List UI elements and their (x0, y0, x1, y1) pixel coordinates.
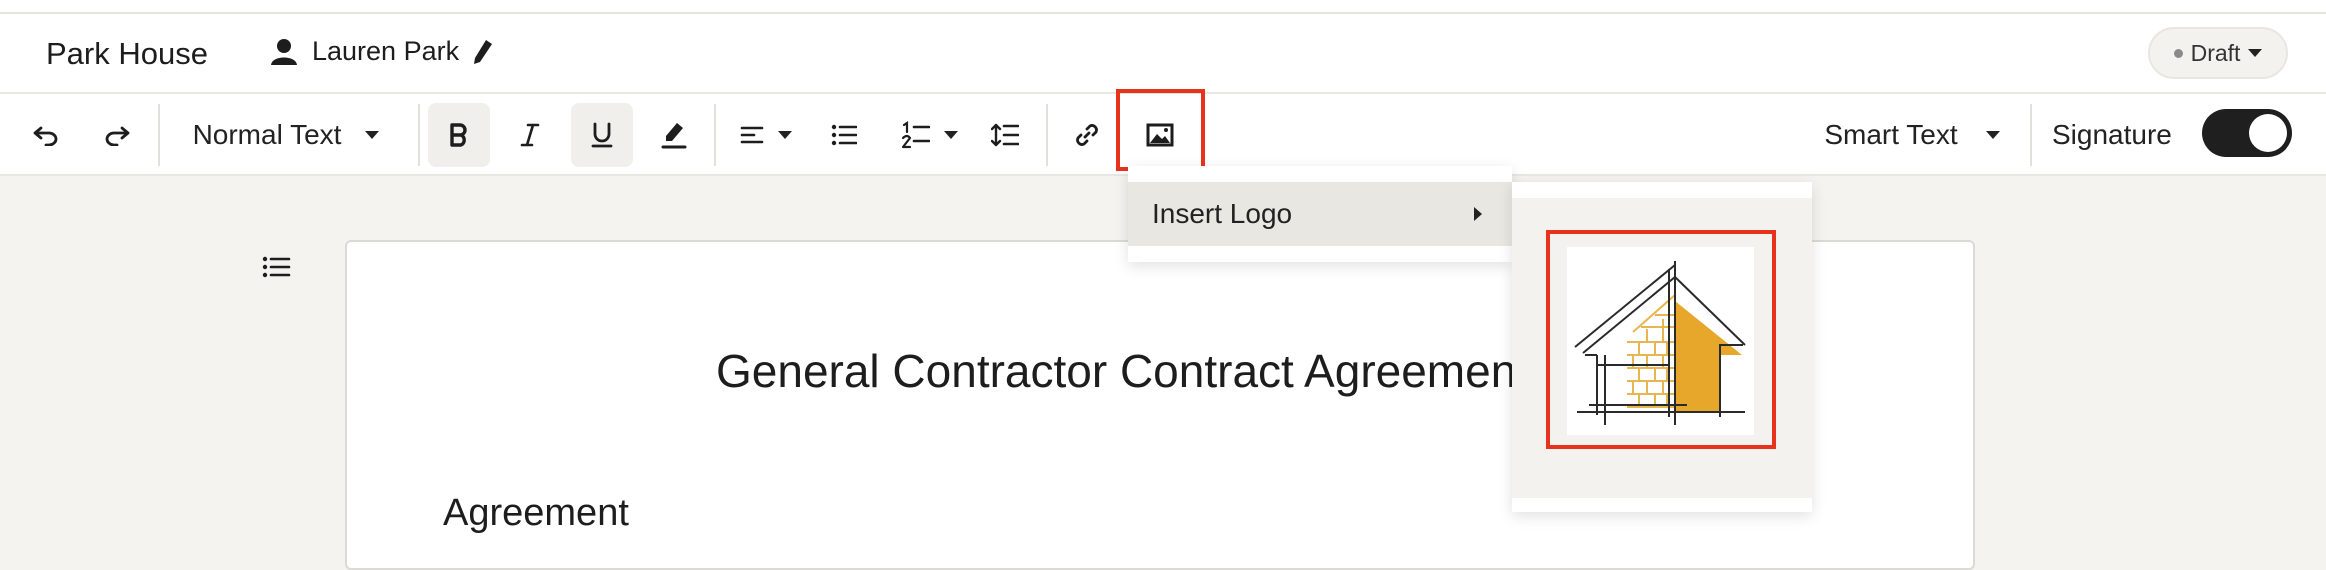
toolbar-divider (418, 104, 420, 166)
toolbar-divider (1046, 104, 1048, 166)
bold-button[interactable] (428, 103, 490, 167)
toolbar-divider (158, 104, 160, 166)
numbered-list-dropdown[interactable] (890, 103, 970, 167)
outline-icon[interactable] (262, 256, 292, 278)
redo-icon (105, 126, 130, 146)
line-spacing-icon (991, 123, 1019, 147)
user-name: Lauren Park (312, 36, 460, 66)
italic-button[interactable] (499, 103, 561, 167)
undo-icon (33, 126, 58, 146)
chevron-down-icon (365, 131, 380, 139)
chevron-down-icon (2248, 49, 2263, 57)
highlighter-icon (661, 123, 687, 149)
status-label: Draft (2190, 39, 2241, 66)
text-style-label: Normal Text (192, 119, 342, 150)
image-button-highlight (1116, 89, 1205, 171)
chevron-down-icon (1985, 131, 2000, 139)
chevron-down-icon (944, 131, 958, 139)
toolbar-divider (2030, 104, 2032, 166)
window-top-edge (0, 0, 2326, 14)
line-spacing-button[interactable] (974, 103, 1036, 167)
status-dropdown[interactable]: Draft (2148, 27, 2288, 79)
insert-logo-menu-item[interactable]: Insert Logo (1128, 182, 1512, 246)
link-button[interactable] (1056, 103, 1118, 167)
user-chip[interactable]: Lauren Park (270, 36, 493, 67)
section-heading[interactable]: Agreement (443, 492, 629, 535)
user-icon (271, 38, 297, 65)
smart-text-dropdown[interactable]: Smart Text (1812, 103, 2012, 167)
smart-text-label: Smart Text (1824, 119, 1958, 150)
toggle-knob (2249, 114, 2287, 152)
insert-menu: Insert Logo (1128, 166, 1512, 262)
logo-option-highlight (1546, 230, 1776, 449)
bullet-list-icon (831, 124, 857, 146)
pencil-icon[interactable] (473, 39, 493, 65)
text-style-dropdown[interactable]: Normal Text (176, 103, 396, 167)
signature-toggle[interactable] (2202, 109, 2292, 157)
underline-button[interactable] (571, 103, 633, 167)
document-title[interactable]: General Contractor Contract Agreement (716, 344, 1529, 398)
signature-label: Signature (2052, 119, 2172, 150)
header-bar: Park House Lauren Park Draft (0, 14, 2326, 94)
italic-icon (520, 123, 540, 147)
insert-logo-label: Insert Logo (1152, 198, 1293, 229)
chevron-down-icon (778, 131, 792, 139)
bullet-list-button[interactable] (813, 103, 875, 167)
underline-icon (591, 122, 613, 148)
status-dot-icon (2173, 48, 2183, 58)
toolbar-divider (714, 104, 716, 166)
highlight-button[interactable] (643, 103, 705, 167)
undo-button[interactable] (15, 103, 77, 167)
align-dropdown[interactable] (726, 103, 806, 167)
chevron-right-icon (1474, 207, 1482, 221)
signature-label-wrap: Signature (2052, 103, 2190, 167)
bold-icon (450, 123, 467, 147)
redo-button[interactable] (86, 103, 148, 167)
numbered-list-icon (902, 121, 930, 149)
link-icon (1076, 124, 1098, 146)
align-left-icon (740, 126, 764, 144)
document-brand[interactable]: Park House (46, 36, 208, 72)
